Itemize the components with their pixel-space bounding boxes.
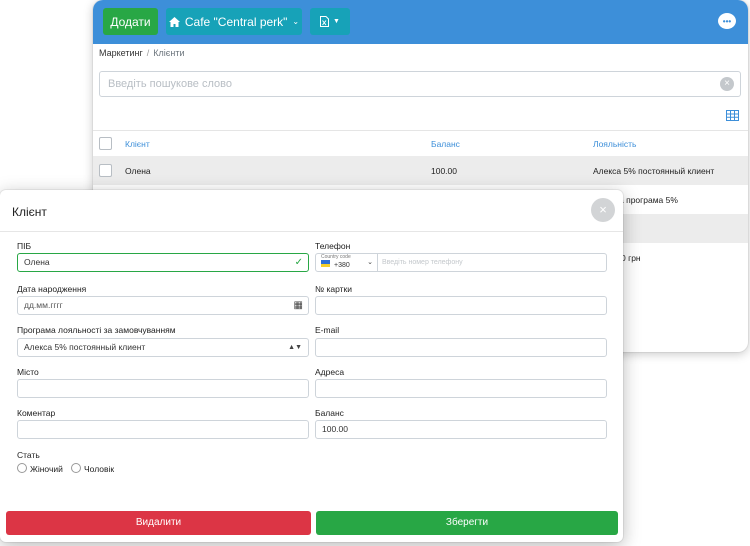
- comment-label: Коментар: [17, 408, 56, 418]
- save-button[interactable]: Зберегти: [316, 511, 618, 535]
- column-loyalty[interactable]: Лояльність: [593, 139, 636, 149]
- add-client-button[interactable]: Додати: [103, 8, 158, 35]
- comment-field[interactable]: [17, 420, 309, 439]
- ukraine-flag-icon: [321, 260, 330, 267]
- gender-female-radio[interactable]: [17, 463, 27, 473]
- phone-input[interactable]: Введіть номер телефону: [382, 254, 463, 271]
- row-loyalty: а програма 5%: [619, 195, 678, 205]
- chevron-down-icon: ⌄: [367, 259, 373, 266]
- excel-file-icon: [320, 16, 330, 27]
- clear-search-icon[interactable]: ×: [720, 77, 734, 91]
- name-value: Олена: [24, 257, 50, 267]
- email-label: E-mail: [315, 325, 340, 335]
- loyalty-select[interactable]: Алекса 5% постоянный клиент ▲▼: [17, 338, 309, 357]
- row-client: Олена: [125, 166, 151, 176]
- select-arrows-icon: ▲▼: [288, 344, 302, 351]
- table-row[interactable]: Олена 100.00 Алекса 5% постоянный клиент: [93, 156, 748, 185]
- gender-female-label[interactable]: Жіночий: [30, 464, 63, 474]
- birthdate-label: Дата народження: [17, 284, 87, 294]
- city-label: Місто: [17, 367, 39, 377]
- chevron-down-icon: ⌄: [292, 17, 300, 26]
- address-label: Адреса: [315, 367, 345, 377]
- modal-title: Клієнт: [12, 205, 47, 219]
- search-bar: ×: [99, 71, 741, 97]
- top-navbar: Додати Cafe "Central perk" ⌄ ▼ •••: [93, 0, 748, 44]
- delete-button[interactable]: Видалити: [6, 511, 311, 535]
- select-all-checkbox[interactable]: [99, 137, 112, 150]
- card-label: № картки: [315, 284, 353, 294]
- breadcrumb: Маркетинг / Клієнти: [99, 48, 185, 58]
- loyalty-value: Алекса 5% постоянный клиент: [24, 342, 146, 352]
- chat-bubble-icon[interactable]: •••: [718, 13, 736, 29]
- country-code-value: +380: [334, 262, 350, 269]
- row-checkbox[interactable]: [99, 164, 112, 177]
- gender-male-label[interactable]: Чоловік: [84, 464, 114, 474]
- birthdate-placeholder: дд.мм.гггг: [24, 300, 63, 310]
- column-balance[interactable]: Баланс: [431, 139, 460, 149]
- export-excel-button[interactable]: ▼: [310, 8, 350, 35]
- name-label: ПІБ: [17, 241, 32, 251]
- row-loyalty: 0 грн: [621, 253, 641, 263]
- phone-label: Телефон: [315, 241, 351, 251]
- card-field[interactable]: [315, 296, 607, 315]
- country-code-select[interactable]: Country code +380 ⌄: [316, 254, 378, 271]
- clients-table-header: Клієнт Баланс Лояльність: [93, 130, 748, 156]
- balance-label: Баланс: [315, 408, 344, 418]
- gender-male-radio[interactable]: [71, 463, 81, 473]
- address-field[interactable]: [315, 379, 607, 398]
- email-field[interactable]: [315, 338, 607, 357]
- breadcrumb-section[interactable]: Маркетинг: [99, 48, 143, 58]
- loyalty-label: Програма лояльності за замовчуванням: [17, 325, 176, 335]
- cafe-selector-button[interactable]: Cafe "Central perk" ⌄: [166, 8, 302, 35]
- breadcrumb-current: Клієнти: [153, 48, 185, 58]
- column-client[interactable]: Клієнт: [125, 139, 150, 149]
- balance-field[interactable]: 100.00: [315, 420, 607, 439]
- close-icon[interactable]: ×: [591, 198, 615, 222]
- cafe-name: Cafe "Central perk": [184, 14, 288, 29]
- row-loyalty: Алекса 5% постоянный клиент: [593, 166, 715, 176]
- home-icon: [168, 16, 180, 27]
- search-input[interactable]: [100, 72, 700, 96]
- caret-down-icon: ▼: [333, 18, 340, 25]
- modal-header: Клієнт ×: [0, 190, 623, 232]
- client-modal: Клієнт × ПІБ Олена ✓ Дата народження дд.…: [0, 190, 623, 542]
- checkmark-icon: ✓: [294, 257, 303, 268]
- table-view-icon[interactable]: [726, 110, 739, 121]
- row-balance: 100.00: [431, 166, 457, 176]
- calendar-icon[interactable]: ▦: [294, 297, 303, 314]
- city-field[interactable]: [17, 379, 309, 398]
- name-field[interactable]: Олена ✓: [17, 253, 309, 272]
- gender-label: Стать: [17, 450, 40, 460]
- birthdate-field[interactable]: дд.мм.гггг ▦: [17, 296, 309, 315]
- phone-field: Country code +380 ⌄ Введіть номер телефо…: [315, 253, 607, 272]
